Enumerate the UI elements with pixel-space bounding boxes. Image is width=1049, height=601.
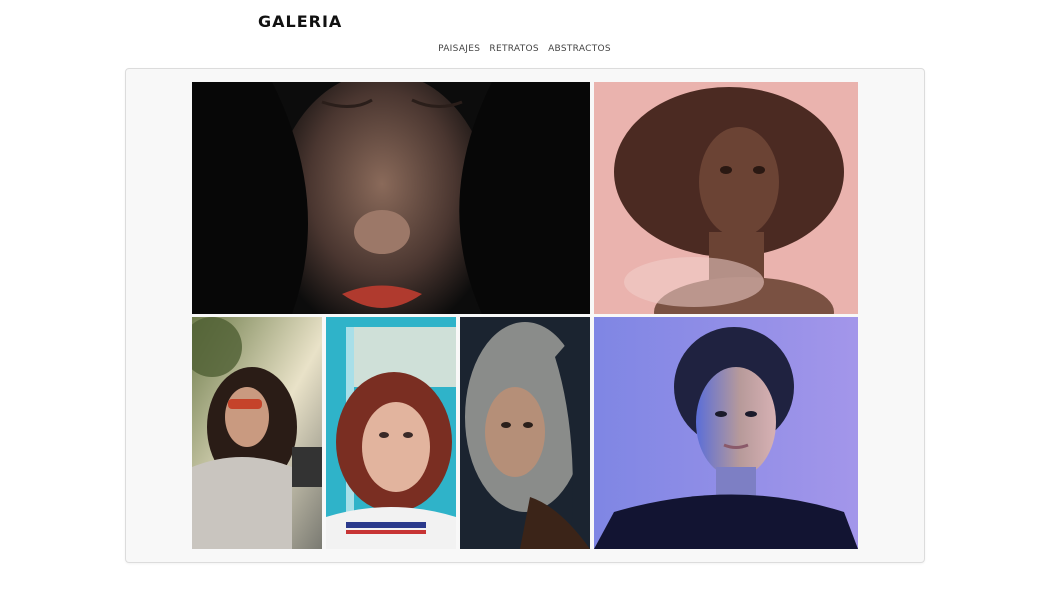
gallery-photo-5[interactable] xyxy=(460,317,590,549)
gallery-photo-2[interactable] xyxy=(594,82,858,314)
nav-link-abstractos[interactable]: ABSTRACTOS xyxy=(548,44,611,54)
site-title[interactable]: GALERIA xyxy=(258,12,342,31)
nav-link-paisajes[interactable]: PAISAJES xyxy=(438,44,480,54)
gallery-photo-4[interactable] xyxy=(326,317,456,549)
gallery-photo-6[interactable] xyxy=(594,317,858,549)
gallery-photo-1[interactable] xyxy=(192,82,590,314)
nav-link-retratos[interactable]: RETRATOS xyxy=(489,44,538,54)
category-nav: PAISAJES RETRATOS ABSTRACTOS xyxy=(0,44,1049,54)
gallery-page: GALERIA PAISAJES RETRATOS ABSTRACTOS xyxy=(0,0,1049,601)
gallery-photo-3[interactable] xyxy=(192,317,322,549)
